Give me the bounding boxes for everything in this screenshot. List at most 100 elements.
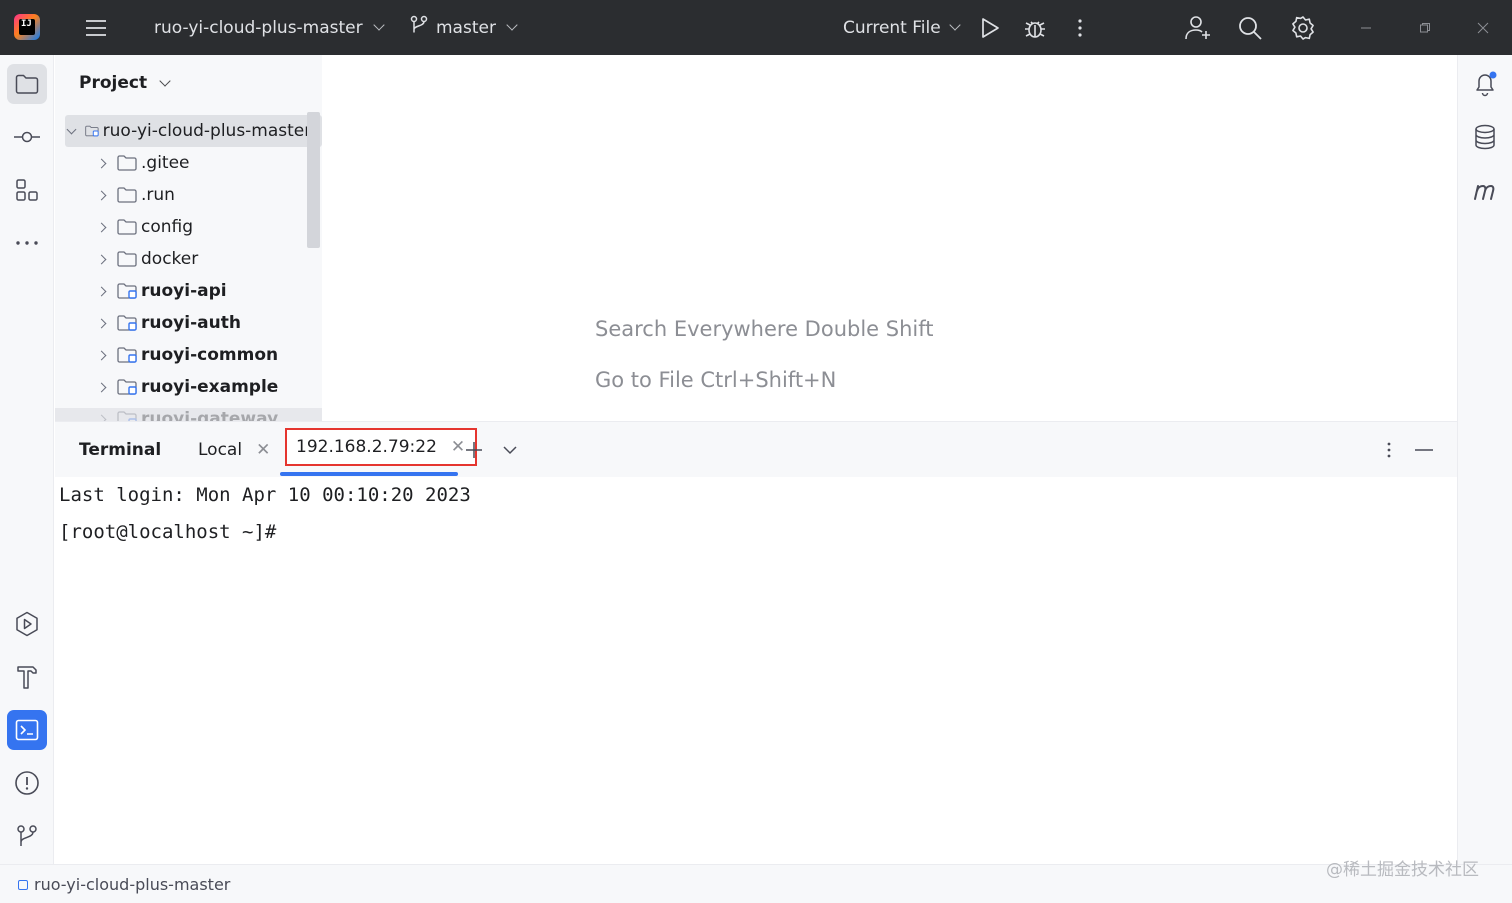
expand-arrow-icon[interactable] <box>91 318 111 328</box>
tree-item-label: ruoyi-common <box>141 345 279 365</box>
module-folder-icon <box>117 347 137 363</box>
tree-item-config[interactable]: config <box>91 211 193 243</box>
module-folder-icon <box>117 315 137 331</box>
main-menu-icon[interactable] <box>84 0 108 55</box>
tree-item-ruoyi-common[interactable]: ruoyi-common <box>91 339 278 371</box>
tree-item-ruoyi-example[interactable]: ruoyi-example <box>91 371 278 403</box>
intellij-logo-icon[interactable]: IJ <box>14 14 40 40</box>
tab-local[interactable]: Local ✕ <box>198 422 270 477</box>
gear-icon[interactable] <box>1290 0 1316 55</box>
problems-tool-button[interactable] <box>7 763 47 803</box>
commit-tool-button[interactable] <box>7 117 47 157</box>
project-panel-header[interactable]: Project <box>79 73 171 93</box>
terminal-prompt: [root@localhost ~]# <box>59 521 277 543</box>
branch-selector[interactable]: master <box>410 0 518 55</box>
goto-file-hint[interactable]: Go to File Ctrl+Shift+N <box>595 368 836 392</box>
minimize-icon[interactable] <box>1360 0 1372 55</box>
tree-item-label: ruoyi-api <box>141 281 227 301</box>
terminal-tool-button[interactable] <box>7 710 47 750</box>
tree-item-label: .run <box>141 185 175 205</box>
folder-icon <box>117 219 137 235</box>
expand-arrow-icon[interactable] <box>91 350 111 360</box>
hide-panel-button[interactable] <box>1414 422 1434 477</box>
tab-ssh-session[interactable]: 192.168.2.79:22 ✕ <box>285 428 478 466</box>
project-tree-scrollbar[interactable] <box>307 112 320 248</box>
terminal-options-button[interactable] <box>1386 422 1392 477</box>
title-bar: IJ ruo-yi-cloud-plus-master master Curre… <box>0 0 1512 55</box>
tree-item-run[interactable]: .run <box>91 179 175 211</box>
active-tab-indicator <box>280 472 458 476</box>
expand-arrow-icon[interactable] <box>65 124 79 134</box>
ellipsis-icon <box>16 241 38 245</box>
right-tool-strip <box>1457 55 1512 864</box>
minimize-icon <box>1415 448 1433 451</box>
module-folder-icon <box>117 379 137 395</box>
git-branch-icon <box>17 825 37 846</box>
search-icon[interactable] <box>1237 0 1263 55</box>
more-tools-button[interactable] <box>7 223 47 263</box>
status-path-label: ruo-yi-cloud-plus-master <box>34 875 231 894</box>
status-breadcrumb[interactable]: ruo-yi-cloud-plus-master <box>18 865 230 903</box>
close-window-icon[interactable] <box>1477 0 1489 55</box>
tab-label: 192.168.2.79:22 <box>296 437 437 457</box>
run-icon[interactable] <box>980 0 1000 55</box>
chevron-down-icon <box>949 19 961 31</box>
chevron-down-icon <box>372 19 385 31</box>
expand-arrow-icon[interactable] <box>91 158 111 168</box>
terminal-tab-bar: Terminal Local ✕ 192.168.2.79:22 ✕ <box>55 422 1457 477</box>
folder-icon <box>117 251 137 267</box>
terminal-icon <box>15 719 39 741</box>
new-tab-button[interactable] <box>464 422 484 477</box>
plus-icon <box>466 441 482 458</box>
close-icon[interactable]: ✕ <box>256 440 270 460</box>
database-tool-button[interactable] <box>1465 117 1505 157</box>
git-branch-icon <box>410 15 428 40</box>
expand-arrow-icon[interactable] <box>91 222 111 232</box>
debug-icon[interactable] <box>1023 0 1047 55</box>
tree-item-label: .gitee <box>141 153 190 173</box>
services-tool-button[interactable] <box>7 604 47 644</box>
more-actions-icon[interactable] <box>1077 0 1083 55</box>
module-folder-icon <box>85 125 99 137</box>
build-tool-button[interactable] <box>7 657 47 697</box>
tree-item-ruoyi-auth[interactable]: ruoyi-auth <box>91 307 241 339</box>
maven-tool-button[interactable] <box>1465 170 1505 210</box>
project-name: ruo-yi-cloud-plus-master <box>154 17 363 38</box>
add-user-icon[interactable] <box>1184 0 1212 55</box>
commit-icon <box>14 131 40 143</box>
expand-arrow-icon[interactable] <box>91 286 111 296</box>
tab-dropdown-button[interactable] <box>502 422 518 477</box>
structure-tool-button[interactable] <box>7 170 47 210</box>
run-config-selector[interactable]: Current File <box>843 0 961 55</box>
module-folder-icon <box>117 283 137 299</box>
search-everywhere-hint[interactable]: Search Everywhere Double Shift <box>595 317 934 341</box>
tree-item-label: ruoyi-example <box>141 377 279 397</box>
expand-arrow-icon[interactable] <box>91 190 111 200</box>
expand-arrow-icon[interactable] <box>91 382 111 392</box>
chevron-down-icon <box>159 74 171 87</box>
module-icon <box>18 879 28 890</box>
tree-item-ruoyi-api[interactable]: ruoyi-api <box>91 275 227 307</box>
notifications-tool-button[interactable] <box>1465 64 1505 104</box>
horizontal-scrollbar[interactable] <box>55 408 322 421</box>
project-panel-title: Project <box>79 73 148 93</box>
project-selector[interactable]: ruo-yi-cloud-plus-master <box>154 0 385 55</box>
tree-root-item[interactable]: ruo-yi-cloud-plus-master | <box>65 115 322 147</box>
terminal-output[interactable]: Last login: Mon Apr 10 00:10:20 2023 [ro… <box>55 477 1457 864</box>
restore-icon[interactable] <box>1419 0 1431 55</box>
git-tool-button[interactable] <box>7 816 47 856</box>
tree-item-docker[interactable]: docker <box>91 243 198 275</box>
expand-arrow-icon[interactable] <box>91 254 111 264</box>
tab-label: Local <box>198 439 243 460</box>
folder-icon <box>117 187 137 203</box>
tree-item-gitee[interactable]: .gitee <box>91 147 190 179</box>
structure-icon <box>16 179 38 201</box>
tree-item-label: docker <box>141 249 199 269</box>
editor-empty-area: Search Everywhere Double Shift Go to Fil… <box>322 55 1457 421</box>
project-panel: Project ruo-yi-cloud-plus-master | .gite… <box>55 55 322 421</box>
chevron-down-icon <box>503 445 517 454</box>
project-tool-button[interactable] <box>7 64 47 104</box>
terminal-title: Terminal <box>79 439 162 460</box>
chevron-down-icon <box>506 19 518 31</box>
bell-icon <box>1476 71 1497 97</box>
